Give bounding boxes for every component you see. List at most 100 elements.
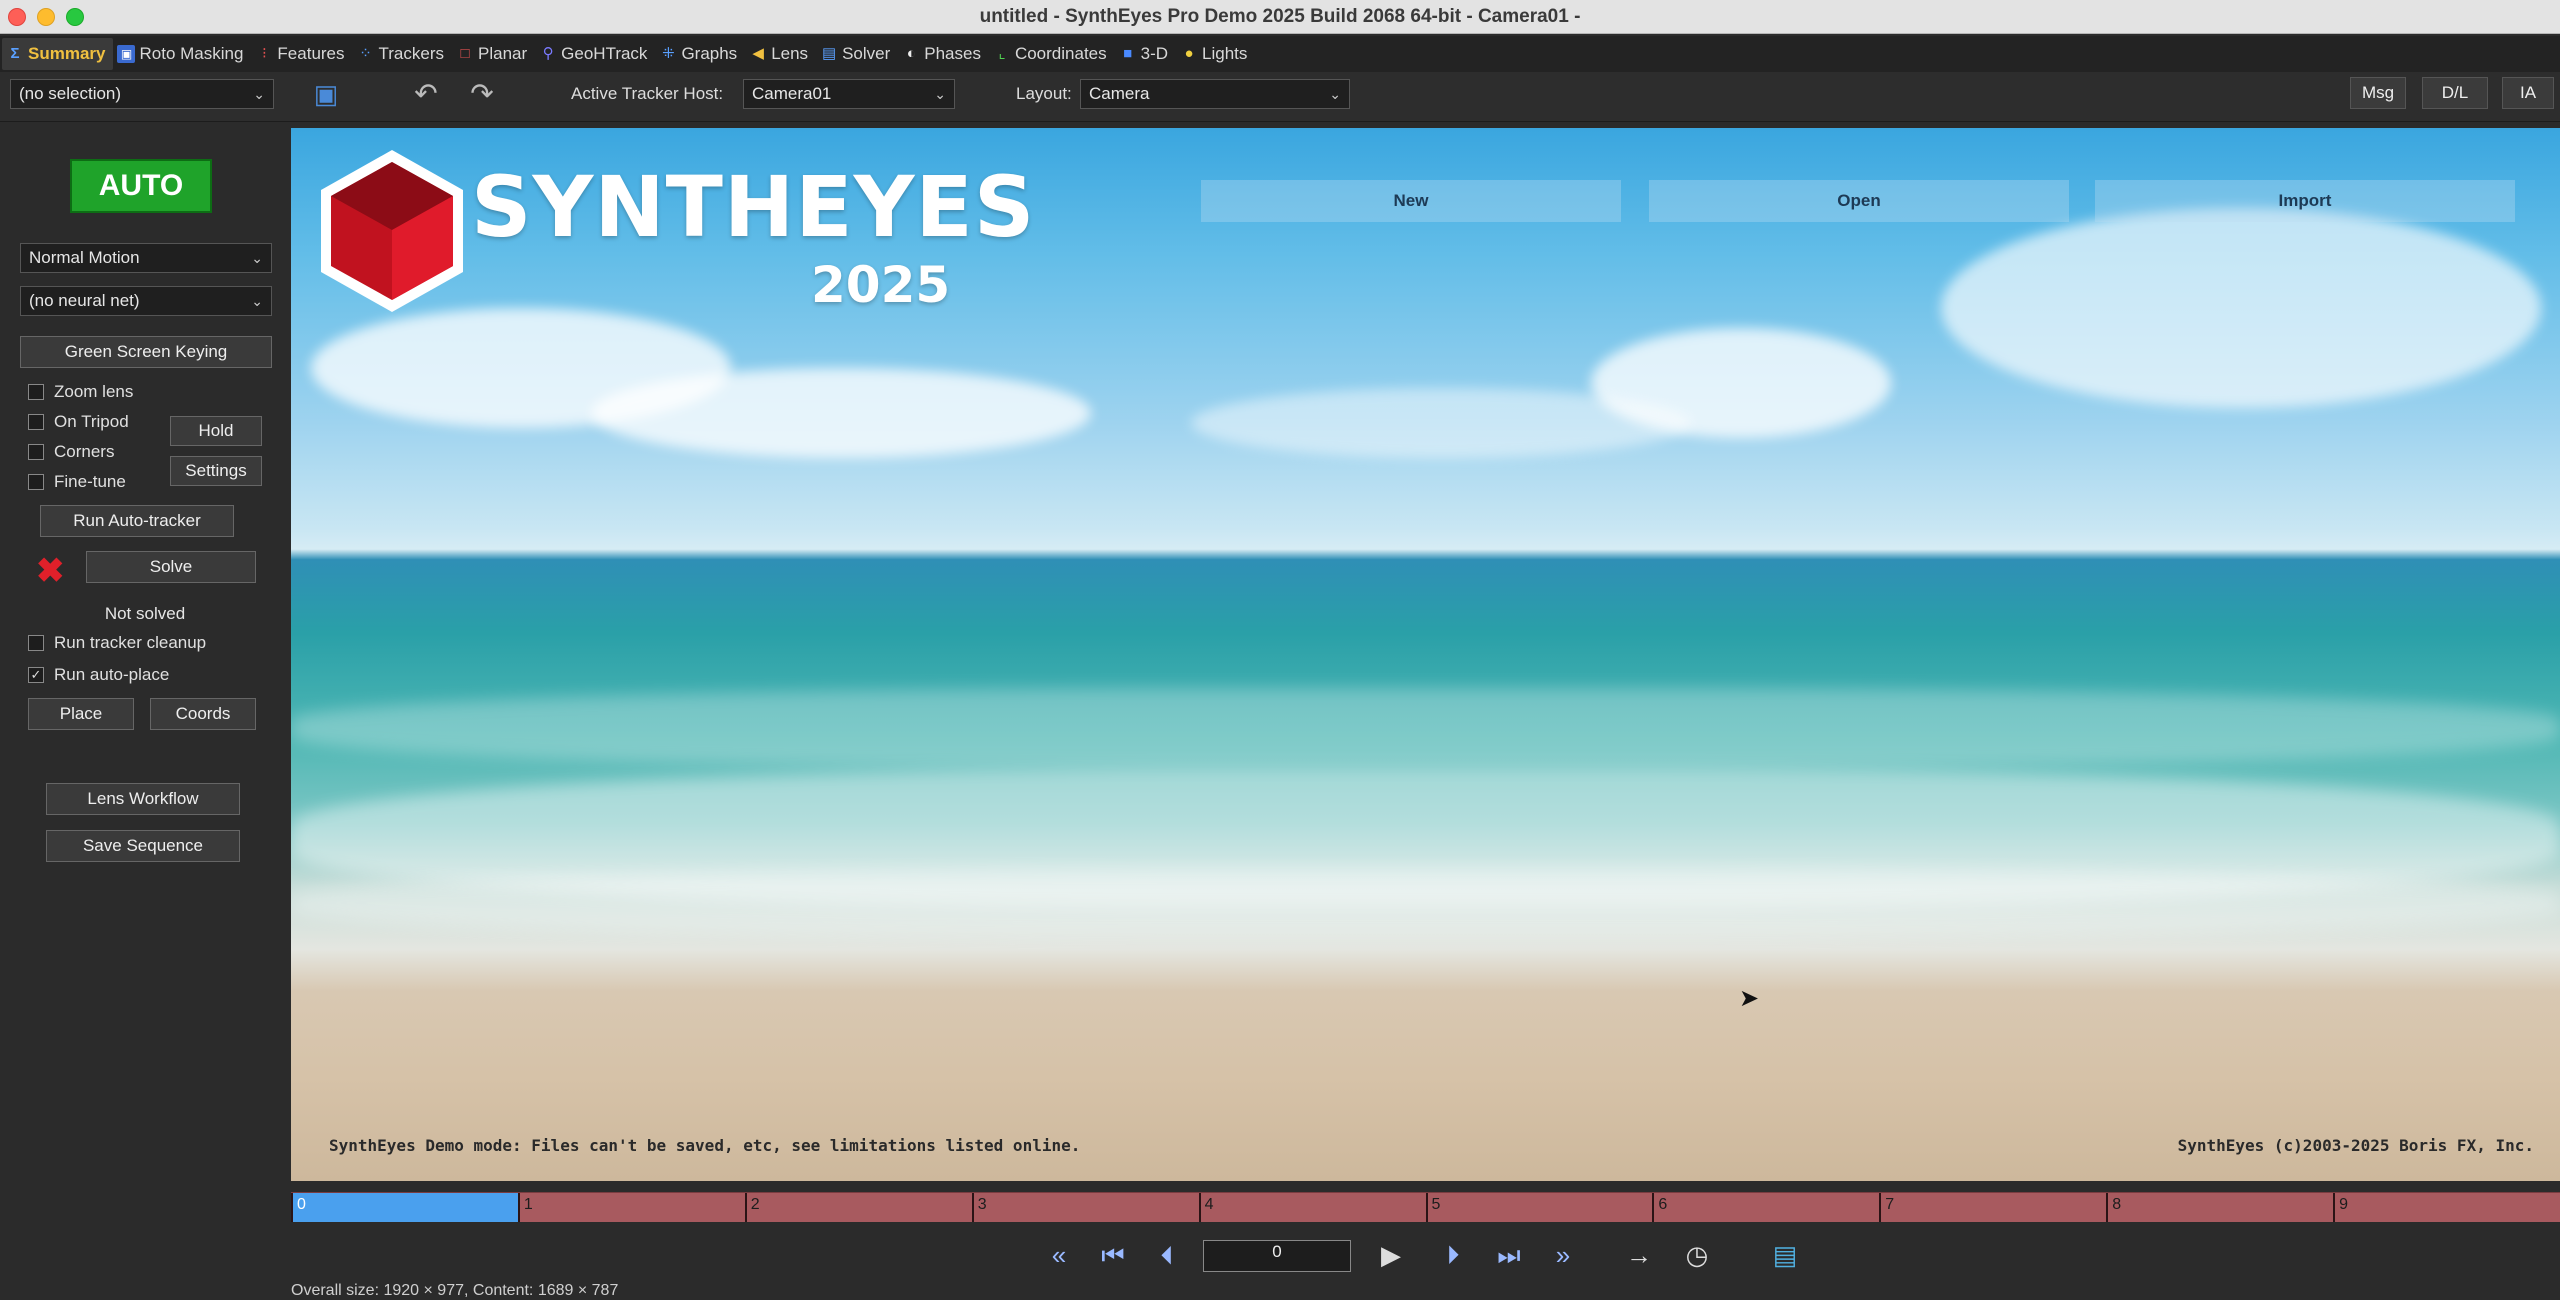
neural-net-dropdown[interactable]: (no neural net) ⌄: [20, 286, 272, 316]
timeline-tick: 4: [1198, 1193, 1214, 1223]
ia-button[interactable]: IA: [2502, 77, 2554, 109]
chevron-down-icon: ⌄: [934, 86, 946, 102]
auto-button[interactable]: AUTO: [70, 159, 212, 213]
timeline-played-range: [291, 1193, 518, 1223]
camera-viewport[interactable]: SYNTHEYES 2025 New Open Import SynthEyes…: [291, 128, 2560, 1181]
layout-dropdown[interactable]: Camera ⌄: [1080, 79, 1350, 109]
timeline-tick: 2: [744, 1193, 760, 1223]
run-tracker-cleanup-checkbox[interactable]: Run tracker cleanup: [28, 631, 206, 655]
tab-graphs[interactable]: ⁜ Graphs: [655, 38, 745, 70]
chevron-down-icon: ⌄: [251, 293, 263, 309]
tab-label: Roto Masking: [139, 44, 244, 63]
save-sequence-button[interactable]: Save Sequence: [46, 830, 240, 862]
bulb-icon: ●: [1184, 45, 1194, 62]
go-to-start-icon[interactable]: ⏮: [1096, 1238, 1130, 1272]
timeline-tick-label: 7: [1885, 1196, 1895, 1213]
msg-button[interactable]: Msg: [2350, 77, 2406, 109]
roto-icon: ▣: [117, 45, 136, 63]
undo-icon[interactable]: ↶: [408, 78, 444, 110]
active-tracker-host-label: Active Tracker Host:: [571, 84, 724, 103]
tab-planar[interactable]: □ Planar: [452, 38, 535, 70]
checkbox-label: On Tripod: [54, 412, 129, 431]
logo-wordmark: SYNTHEYES: [471, 158, 1036, 256]
frame-range-icon[interactable]: ▤: [1768, 1238, 1802, 1272]
tab-roto-masking[interactable]: ▣ Roto Masking: [113, 38, 251, 70]
solve-button[interactable]: Solve: [86, 551, 256, 583]
run-auto-place-checkbox[interactable]: ✓ Run auto-place: [28, 663, 169, 687]
redo-icon[interactable]: ↷: [464, 78, 500, 110]
tab-3d[interactable]: ■ 3-D: [1115, 38, 1176, 70]
settings-button[interactable]: Settings: [170, 456, 262, 486]
corners-checkbox[interactable]: Corners: [28, 440, 114, 464]
planar-icon: □: [460, 45, 470, 62]
cloud: [1941, 208, 2541, 408]
lens-workflow-button[interactable]: Lens Workflow: [46, 783, 240, 815]
new-project-link[interactable]: New: [1201, 180, 1621, 222]
copyright-note: SynthEyes (c)2003-2025 Boris FX, Inc.: [2177, 1136, 2534, 1155]
hold-button[interactable]: Hold: [170, 416, 262, 446]
zoom-lens-checkbox[interactable]: Zoom lens: [28, 380, 133, 404]
checkbox-box: [28, 635, 44, 651]
sigma-icon: Σ: [10, 45, 20, 62]
green-screen-keying-button[interactable]: Green Screen Keying: [20, 336, 272, 368]
on-tripod-checkbox[interactable]: On Tripod: [28, 410, 129, 434]
tab-trackers[interactable]: ⁘ Trackers: [353, 38, 453, 70]
chevron-down-icon: ⌄: [1329, 86, 1341, 102]
dl-button[interactable]: D/L: [2422, 77, 2488, 109]
timeline-tick-label: 4: [1204, 1196, 1214, 1213]
step-forward-icon[interactable]: ⏵: [1436, 1238, 1470, 1272]
coords-button[interactable]: Coords: [150, 698, 256, 730]
playback-speed-icon[interactable]: ◷: [1680, 1238, 1714, 1272]
current-frame-field[interactable]: 0: [1203, 1240, 1351, 1272]
run-auto-tracker-button[interactable]: Run Auto-tracker: [40, 505, 234, 537]
wave-foam: [291, 868, 2560, 938]
tab-label: Lights: [1202, 44, 1248, 63]
tab-label: Coordinates: [1014, 44, 1107, 63]
motion-dropdown[interactable]: Normal Motion ⌄: [20, 243, 272, 273]
timeline-tick-label: 1: [523, 1196, 533, 1213]
place-button[interactable]: Place: [28, 698, 134, 730]
playback-direction-icon[interactable]: →: [1622, 1238, 1656, 1272]
window-title: untitled - SynthEyes Pro Demo 2025 Build…: [979, 6, 1581, 27]
title-bar: untitled - SynthEyes Pro Demo 2025 Build…: [0, 0, 2560, 34]
active-tracker-host-dropdown[interactable]: Camera01 ⌄: [743, 79, 955, 109]
fast-forward-icon[interactable]: »: [1546, 1238, 1580, 1272]
step-back-icon[interactable]: ⏴: [1150, 1238, 1184, 1272]
chevron-down-icon: ⌄: [253, 86, 265, 102]
selection-dropdown[interactable]: (no selection) ⌄: [10, 79, 274, 109]
timeline-tick: 6: [1652, 1193, 1667, 1223]
play-icon[interactable]: ▶: [1374, 1238, 1408, 1272]
tab-geohtrack[interactable]: ⚲ GeoHTrack: [535, 38, 655, 70]
timeline-tick-label: 2: [750, 1196, 760, 1213]
logo-year: 2025: [811, 256, 951, 314]
timeline-tick-label: 8: [2112, 1196, 2122, 1213]
tab-solver[interactable]: ▤ Solver: [816, 38, 898, 70]
cloud: [591, 368, 1091, 458]
tab-coordinates[interactable]: ⌞ Coordinates: [989, 38, 1115, 70]
checkbox-label: Fine-tune: [54, 472, 126, 491]
timeline-bar[interactable]: 0 1 2 3 4 5 6 7 8 9: [291, 1192, 2560, 1223]
checkbox-label: Run tracker cleanup: [54, 633, 207, 652]
tab-lens[interactable]: ◀ Lens: [745, 38, 816, 70]
wave-foam: [291, 688, 2560, 768]
go-to-end-icon[interactable]: ⏭: [1492, 1238, 1526, 1272]
checkbox-box: [28, 474, 44, 490]
room-tab-bar: Σ Summary ▣ Roto Masking ⁝ Features ⁘ Tracke…: [0, 36, 2560, 72]
rewind-to-start-icon[interactable]: «: [1042, 1238, 1076, 1272]
tab-lights[interactable]: ● Lights: [1176, 38, 1255, 70]
tab-summary[interactable]: Σ Summary: [2, 38, 114, 70]
demo-mode-note: SynthEyes Demo mode: Files can't be save…: [329, 1136, 1081, 1155]
checkbox-box: [28, 444, 44, 460]
save-icon[interactable]: ▣: [308, 78, 344, 110]
open-project-link[interactable]: Open: [1649, 180, 2069, 222]
tab-phases[interactable]: ◐ Phases: [898, 38, 989, 70]
tab-label: 3-D: [1140, 44, 1169, 63]
motion-value: Normal Motion: [29, 248, 140, 267]
fine-tune-checkbox[interactable]: Fine-tune: [28, 470, 126, 494]
tab-label: Lens: [771, 44, 809, 63]
import-link[interactable]: Import: [2095, 180, 2515, 222]
timeline-tick: 8: [2106, 1193, 2121, 1223]
chevron-down-icon: ⌄: [251, 250, 263, 266]
layout-value: Camera: [1089, 84, 1150, 103]
tab-features[interactable]: ⁝ Features: [251, 38, 352, 70]
